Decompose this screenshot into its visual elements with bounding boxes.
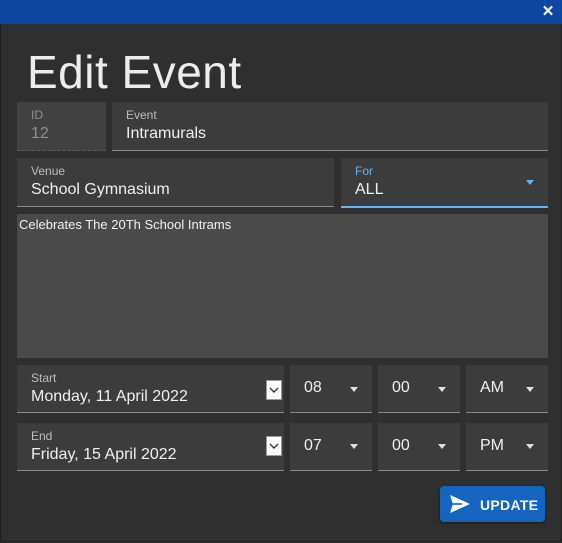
id-field: ID 12 <box>17 102 106 151</box>
chevron-down-icon <box>350 444 358 449</box>
end-minute-select[interactable]: 00 <box>378 423 460 471</box>
description-textarea[interactable]: Celebrates The 20Th School Intrams <box>17 214 548 358</box>
venue-label: Venue <box>31 164 66 178</box>
update-button[interactable]: UPDATE <box>440 486 545 522</box>
start-label: Start <box>31 371 57 385</box>
window-titlebar: ✕ <box>0 0 562 24</box>
chevron-down-icon <box>526 387 534 392</box>
venue-field[interactable]: Venue School Gymnasium <box>17 158 334 207</box>
start-minute-value: 00 <box>392 379 410 396</box>
calendar-dropdown-button[interactable] <box>266 436 282 456</box>
update-button-label: UPDATE <box>480 497 539 513</box>
start-hour-select[interactable]: 08 <box>290 365 372 413</box>
end-minute-value: 00 <box>392 437 410 454</box>
chevron-down-icon <box>438 444 446 449</box>
chevron-down-icon <box>269 387 279 393</box>
for-label: For <box>355 164 373 178</box>
end-ampm-value: PM <box>480 437 504 454</box>
id-label: ID <box>31 108 43 122</box>
chevron-down-icon <box>269 443 279 449</box>
id-value: 12 <box>31 125 49 142</box>
chevron-down-icon <box>526 180 534 185</box>
end-date-picker[interactable]: End Friday, 15 April 2022 <box>17 423 284 471</box>
event-label: Event <box>126 108 157 122</box>
event-name-field[interactable]: Event Intramurals <box>112 102 548 151</box>
start-ampm-select[interactable]: AM <box>466 365 548 413</box>
end-hour-value: 07 <box>304 437 322 454</box>
end-ampm-select[interactable]: PM <box>466 423 548 471</box>
calendar-dropdown-button[interactable] <box>266 380 282 400</box>
for-select[interactable]: For ALL <box>341 158 548 208</box>
chevron-down-icon <box>526 444 534 449</box>
start-date-picker[interactable]: Start Monday, 11 April 2022 <box>17 365 284 413</box>
end-date-value: Friday, 15 April 2022 <box>31 446 177 463</box>
chevron-down-icon <box>438 387 446 392</box>
page-title: Edit Event <box>27 46 242 98</box>
start-ampm-value: AM <box>480 379 504 396</box>
send-icon <box>450 495 470 513</box>
start-date-value: Monday, 11 April 2022 <box>31 388 188 405</box>
close-icon[interactable]: ✕ <box>538 2 558 22</box>
event-value: Intramurals <box>126 125 207 142</box>
for-value: ALL <box>355 181 384 198</box>
chevron-down-icon <box>350 387 358 392</box>
start-hour-value: 08 <box>304 379 322 396</box>
end-hour-select[interactable]: 07 <box>290 423 372 471</box>
venue-value: School Gymnasium <box>31 181 170 198</box>
end-label: End <box>31 429 53 443</box>
start-minute-select[interactable]: 00 <box>378 365 460 413</box>
